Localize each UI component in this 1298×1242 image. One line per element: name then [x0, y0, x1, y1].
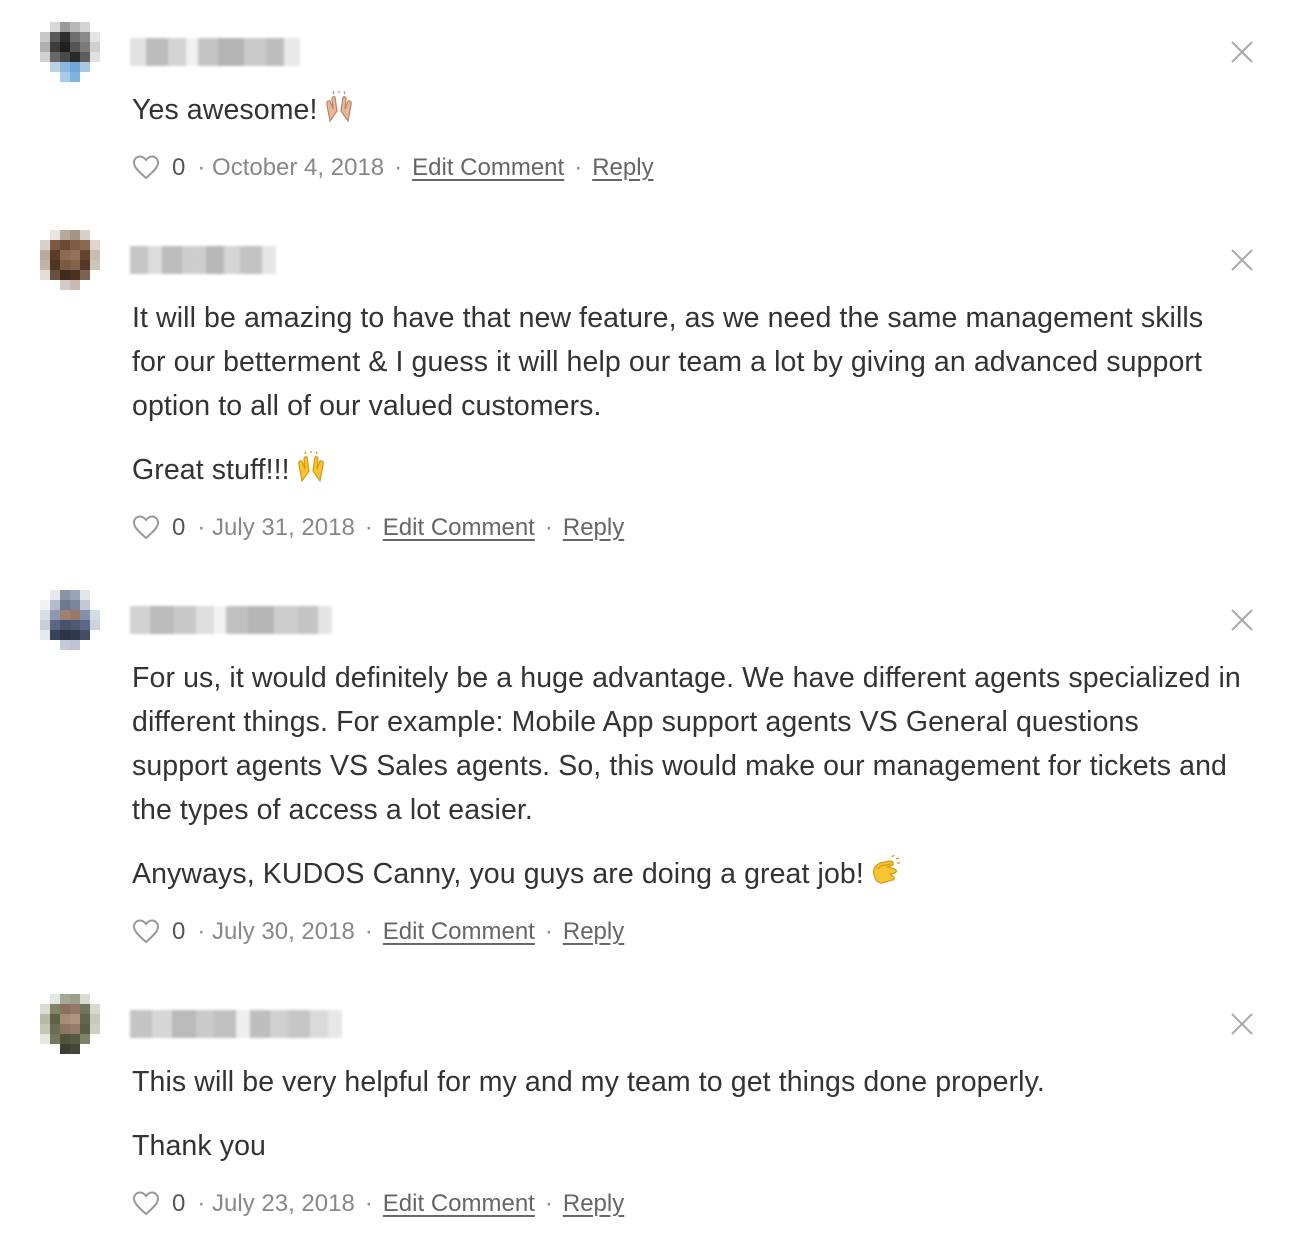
delete-comment-button[interactable]: [1228, 246, 1256, 274]
heart-outline-icon[interactable]: [132, 1190, 160, 1218]
author-name-redacted: [130, 1010, 342, 1038]
heart-outline-icon[interactable]: [132, 154, 160, 182]
comment-paragraph: Yes awesome!: [132, 88, 1242, 136]
close-x-icon: [1231, 41, 1253, 63]
comment-text: Anyways, KUDOS Canny, you guys are doing…: [132, 858, 864, 890]
comment-paragraph: Anyways, KUDOS Canny, you guys are doing…: [132, 852, 1242, 900]
separator: ·: [544, 918, 553, 945]
comment-paragraph: Thank you: [132, 1130, 266, 1162]
separator: ·: [364, 918, 373, 945]
comment-paragraph: Great stuff!!!: [132, 448, 1242, 496]
reply-link[interactable]: Reply: [563, 514, 624, 542]
close-x-icon: [1231, 1013, 1253, 1035]
comment-date: · July 23, 2018: [197, 1190, 355, 1217]
comment-body: For us, it would definitely be a huge ad…: [132, 656, 1242, 900]
comment-body: Yes awesome!: [132, 88, 1242, 136]
comment-body: It will be amazing to have that new feat…: [132, 296, 1242, 496]
separator: ·: [544, 1190, 553, 1217]
like-count: 0: [172, 514, 186, 541]
avatar[interactable]: [40, 994, 100, 1054]
edit-comment-link[interactable]: Edit Comment: [383, 514, 535, 542]
delete-comment-button[interactable]: [1228, 38, 1256, 66]
separator: ·: [364, 514, 373, 541]
edit-comment-link[interactable]: Edit Comment: [412, 154, 564, 182]
comment-text: Yes awesome!: [132, 94, 318, 126]
clapping-hands-emoji-icon: [868, 854, 902, 900]
comment-meta: 0 · July 31, 2018 · Edit Comment · Reply: [132, 508, 624, 548]
delete-comment-button[interactable]: [1228, 606, 1256, 634]
author-name-redacted: [130, 606, 332, 634]
separator: ·: [574, 154, 583, 181]
comment-meta: 0 · October 4, 2018 · Edit Comment · Rep…: [132, 148, 654, 188]
comment-body: This will be very helpful for my and my …: [132, 1060, 1242, 1168]
heart-outline-icon[interactable]: [132, 918, 160, 946]
raised-hands-emoji-icon: [322, 91, 356, 136]
edit-comment-link[interactable]: Edit Comment: [383, 1190, 535, 1218]
comment-meta: 0 · July 30, 2018 · Edit Comment · Reply: [132, 912, 624, 952]
avatar[interactable]: [40, 230, 100, 290]
reply-link[interactable]: Reply: [592, 154, 653, 182]
close-x-icon: [1231, 609, 1253, 631]
edit-comment-link[interactable]: Edit Comment: [383, 918, 535, 946]
author-name-redacted: [130, 246, 276, 274]
close-x-icon: [1231, 249, 1253, 271]
comment-paragraph: For us, it would definitely be a huge ad…: [132, 662, 1241, 826]
like-count: 0: [172, 918, 186, 945]
comment-date: · July 30, 2018: [197, 918, 355, 945]
avatar[interactable]: [40, 590, 100, 650]
separator: ·: [544, 514, 553, 541]
heart-outline-icon[interactable]: [132, 514, 160, 542]
like-count: 0: [172, 154, 186, 181]
delete-comment-button[interactable]: [1228, 1010, 1256, 1038]
comment-text: Great stuff!!!: [132, 454, 290, 486]
raised-hands-emoji-icon: [294, 451, 328, 496]
separator: ·: [394, 154, 403, 181]
comment-date: · July 31, 2018: [197, 514, 355, 541]
reply-link[interactable]: Reply: [563, 1190, 624, 1218]
reply-link[interactable]: Reply: [563, 918, 624, 946]
avatar[interactable]: [40, 22, 100, 82]
like-count: 0: [172, 1190, 186, 1217]
comment-paragraph: It will be amazing to have that new feat…: [132, 302, 1204, 422]
author-name-redacted: [130, 38, 300, 66]
comment-date: · October 4, 2018: [197, 154, 385, 181]
comment-paragraph: This will be very helpful for my and my …: [132, 1066, 1045, 1098]
separator: ·: [364, 1190, 373, 1217]
comment-meta: 0 · July 23, 2018 · Edit Comment · Reply: [132, 1184, 624, 1224]
